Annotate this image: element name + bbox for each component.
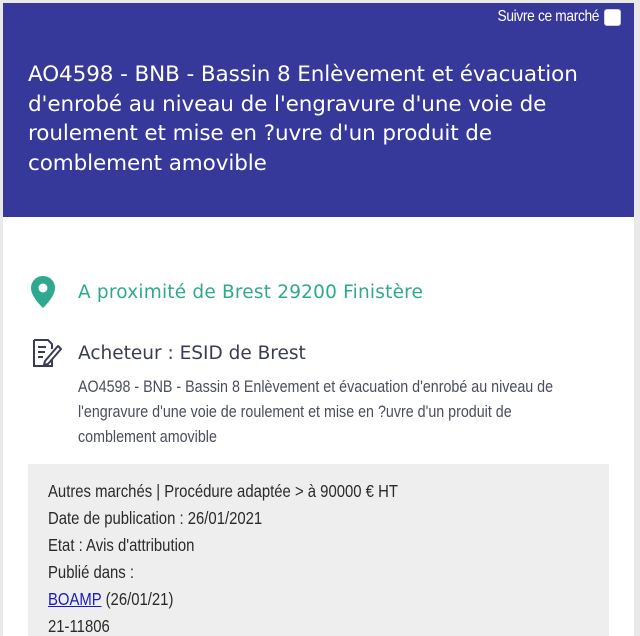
tender-header: Suivre ce marché AO4598 - BNB - Bassin 8… xyxy=(3,3,634,217)
location-row: A proximité de Brest 29200 Finistère xyxy=(30,275,423,309)
map-pin-icon xyxy=(31,276,55,308)
source-line: BOAMP (26/01/21) xyxy=(48,586,525,613)
description-line: AO4598 - BNB - Bassin 8 Enlèvement et év… xyxy=(78,377,554,396)
source-date: (26/01/21) xyxy=(101,589,174,609)
info-panel: Autres marchés | Procédure adaptée > à 9… xyxy=(28,464,609,636)
reference-number: 21-11806 xyxy=(48,616,110,636)
buyer-row: Acheteur : ESID de Brest xyxy=(31,338,306,368)
follow-checkbox[interactable] xyxy=(604,8,621,26)
buyer-text: Acheteur : ESID de Brest xyxy=(78,342,306,364)
follow-toggle[interactable]: Suivre ce marché xyxy=(481,8,621,26)
tender-title: AO4598 - BNB - Bassin 8 Enlèvement et év… xyxy=(28,62,578,176)
publication-date: Date de publication : 26/01/2021 xyxy=(48,508,263,528)
document-edit-icon xyxy=(33,339,62,367)
tender-description: AO4598 - BNB - Bassin 8 Enlèvement et év… xyxy=(78,374,598,449)
description-line: l'engravure d'une voie de roulement et m… xyxy=(78,402,512,421)
description-line: comblement amovible xyxy=(78,427,217,446)
procedure-text: Autres marchés | Procédure adaptée > à 9… xyxy=(48,481,398,501)
follow-label: Suivre ce marché xyxy=(497,8,599,25)
status-text: Etat : Avis d'attribution xyxy=(48,535,195,555)
source-link[interactable]: BOAMP xyxy=(48,589,101,609)
tender-card: Suivre ce marché AO4598 - BNB - Bassin 8… xyxy=(3,3,634,636)
location-text: A proximité de Brest 29200 Finistère xyxy=(78,281,424,303)
published-in-label: Publié dans : xyxy=(48,562,135,582)
